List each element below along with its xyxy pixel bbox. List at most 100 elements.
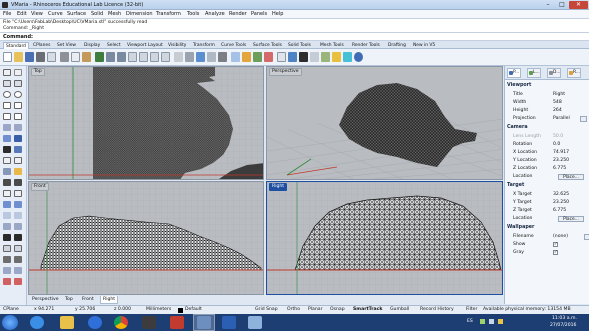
minimize-button[interactable]: – (541, 1, 555, 9)
drafting-icon[interactable] (14, 256, 22, 263)
tab-surface-tools[interactable]: Surface Tools (253, 42, 282, 49)
toggle-grid-snap[interactable]: Grid Snap (255, 306, 278, 314)
dimension-icon[interactable] (3, 157, 11, 164)
panel-tab-layers[interactable]: L... (527, 68, 541, 78)
grid-icon[interactable] (185, 52, 194, 62)
tab-new-in-v5[interactable]: New in V5 (413, 42, 435, 49)
projection-select[interactable]: Parallel (553, 115, 570, 123)
menu-render[interactable]: Render (229, 10, 247, 18)
z-location-field[interactable]: 6.775 (553, 165, 566, 173)
environment-icon[interactable] (332, 52, 341, 62)
copy-object-icon[interactable] (14, 201, 22, 208)
viewport-right[interactable]: Right (266, 181, 503, 295)
join-icon[interactable] (3, 190, 11, 197)
zoom-extents-icon[interactable] (150, 52, 159, 62)
vptab-perspective[interactable]: Perspective (30, 296, 61, 303)
toggle-planar[interactable]: Planar (308, 306, 322, 314)
panel-tab-render[interactable]: R... (567, 68, 581, 78)
network-icon[interactable] (480, 319, 485, 324)
file-explorer-icon[interactable] (60, 316, 74, 329)
properties-tool-icon[interactable] (3, 278, 11, 285)
cut-icon[interactable] (60, 52, 69, 62)
rotate-icon[interactable] (3, 212, 11, 219)
chevron-down-icon[interactable] (580, 116, 587, 122)
maximize-button[interactable]: □ (555, 1, 569, 9)
tab-visibility[interactable]: Visibility (168, 42, 186, 49)
media-player-icon[interactable] (88, 316, 102, 329)
tab-drafting[interactable]: Drafting (388, 42, 406, 49)
extrude-icon[interactable] (14, 135, 22, 142)
undo-icon[interactable] (95, 52, 104, 62)
tab-render-tools[interactable]: Render Tools (352, 42, 380, 49)
vptab-right[interactable]: Right (100, 296, 119, 304)
layer-icon[interactable] (253, 52, 262, 62)
menu-solid[interactable]: Solid (91, 10, 103, 18)
viewport-label-top[interactable]: Top (31, 68, 45, 76)
block-icon[interactable] (14, 234, 22, 241)
start-button-icon[interactable] (2, 315, 18, 330)
y-location-field[interactable]: 23.250 (553, 157, 569, 165)
save-icon[interactable] (25, 52, 34, 62)
move-icon[interactable] (3, 201, 11, 208)
layer-name[interactable]: Default (185, 306, 202, 314)
mesh-icon[interactable] (3, 146, 11, 153)
viewport-top[interactable]: Top (28, 66, 264, 180)
curve-icon[interactable] (14, 80, 22, 87)
tab-viewport-layout[interactable]: Viewport Layout (127, 42, 163, 49)
copy-icon[interactable] (71, 52, 80, 62)
polyline-icon[interactable] (3, 80, 11, 87)
toggle-smarttrack[interactable]: SmartTrack (353, 306, 382, 314)
browse-button[interactable] (584, 234, 589, 240)
viewport-label-front[interactable]: Front (31, 183, 49, 191)
help-icon[interactable] (354, 52, 363, 62)
point-icon[interactable] (14, 69, 22, 76)
text-icon[interactable] (14, 113, 22, 120)
box-icon[interactable] (3, 135, 11, 142)
zoom-window-icon[interactable] (139, 52, 148, 62)
vptab-front[interactable]: Front (80, 296, 96, 303)
polygon-icon[interactable] (14, 102, 22, 109)
menu-dimension[interactable]: Dimension (126, 10, 153, 18)
explode-icon[interactable] (14, 190, 22, 197)
x-location-field[interactable]: 74.917 (553, 149, 569, 157)
tab-curve-tools[interactable]: Curve Tools (221, 42, 246, 49)
options-icon[interactable] (310, 52, 319, 62)
toggle-record-history[interactable]: Record History (420, 306, 454, 314)
gray-checkbox[interactable]: ✓ (553, 250, 558, 255)
close-button[interactable]: ✕ (569, 1, 588, 9)
toggle-osnap[interactable]: Osnap (330, 306, 345, 314)
word-icon[interactable] (222, 316, 236, 329)
group-icon[interactable] (3, 234, 11, 241)
title-field[interactable]: Right (553, 91, 565, 99)
tab-cplanes[interactable]: CPlanes (33, 42, 50, 49)
tab-transform[interactable]: Transform (193, 42, 215, 49)
vptab-top[interactable]: Top (63, 296, 75, 303)
panel-tab-display[interactable]: D... (547, 68, 561, 78)
distance-icon[interactable] (14, 245, 22, 252)
ellipse-icon[interactable] (3, 113, 11, 120)
rhino-icon[interactable] (142, 316, 156, 329)
sphere-icon[interactable] (299, 52, 308, 62)
render-icon[interactable] (288, 52, 297, 62)
toggle-ortho[interactable]: Ortho (287, 306, 300, 314)
menu-mesh[interactable]: Mesh (108, 10, 121, 18)
tab-display[interactable]: Display (84, 42, 100, 49)
width-field[interactable]: 548 (553, 99, 562, 107)
hand-pan-icon[interactable] (106, 52, 115, 62)
open-file-icon[interactable] (14, 52, 23, 62)
offset-icon[interactable] (14, 168, 22, 175)
toggle-filter[interactable]: Filter (466, 306, 477, 314)
analyze-icon[interactable] (3, 245, 11, 252)
trim-icon[interactable] (3, 179, 11, 186)
menu-help[interactable]: Help (272, 10, 283, 18)
hatch-icon[interactable] (14, 157, 22, 164)
y-target-field[interactable]: 23.250 (553, 199, 569, 207)
circle-icon[interactable] (3, 91, 11, 98)
cage-icon[interactable] (14, 267, 22, 274)
select-arrow-icon[interactable] (3, 69, 11, 76)
mirror-icon[interactable] (3, 223, 11, 230)
new-file-icon[interactable] (3, 52, 12, 62)
paint-icon[interactable] (248, 316, 262, 329)
rectangle-icon[interactable] (3, 102, 11, 109)
filename-field[interactable]: (none) (553, 233, 568, 241)
